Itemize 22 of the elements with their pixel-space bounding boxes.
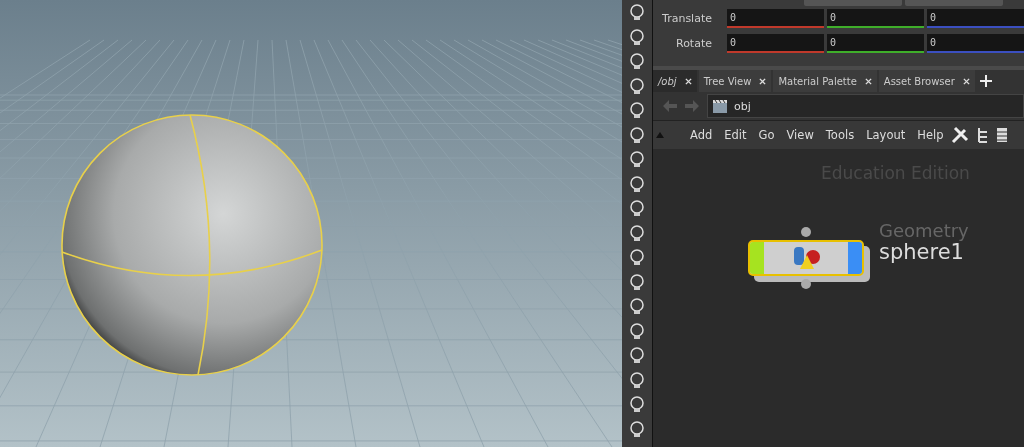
node-name-label: sphere1 (879, 240, 964, 264)
menu-item[interactable]: Go (758, 128, 775, 142)
menu-item[interactable]: Add (690, 128, 713, 142)
node-type-label: Geometry (879, 221, 969, 241)
number-field[interactable]: 0 (827, 34, 924, 53)
parameter-label: Translate (661, 12, 713, 25)
menu-item[interactable]: Tools (825, 128, 855, 142)
number-field[interactable]: 0 (827, 9, 924, 28)
number-field[interactable]: 0 (727, 9, 824, 28)
number-field[interactable]: 0 (927, 9, 1024, 28)
pane-tab[interactable]: Material Palette (773, 70, 877, 92)
number-field[interactable]: 0 (727, 34, 824, 53)
parameter-label: Rotate (675, 37, 713, 50)
pane-tab[interactable]: /obj (653, 70, 697, 92)
menu-item[interactable]: Help (917, 128, 944, 142)
menu-item[interactable]: Layout (866, 128, 906, 142)
pane-tab[interactable]: Asset Browser (878, 70, 975, 92)
menu-item[interactable]: Edit (724, 128, 747, 142)
path-field[interactable]: obj (707, 94, 1024, 118)
number-field[interactable]: 0 (927, 34, 1024, 53)
pane-tab[interactable]: Tree View (698, 70, 772, 92)
menu-item[interactable]: View (786, 128, 814, 142)
